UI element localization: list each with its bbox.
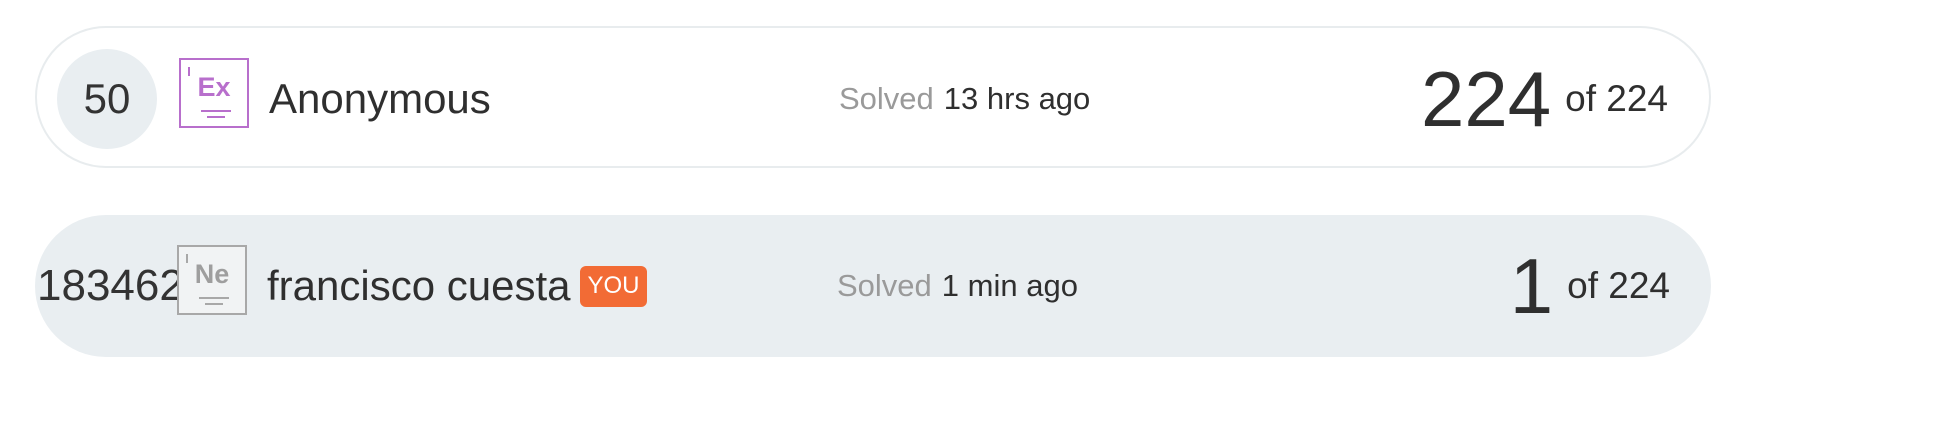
leaderboard-row-current-user[interactable]: 183462 Ne francisco cuesta YOU Solved 1 … <box>35 215 1711 357</box>
player-name[interactable]: francisco cuesta YOU <box>267 215 647 357</box>
score-total: of 224 <box>1565 78 1668 119</box>
score-value: 224 <box>1420 55 1552 143</box>
element-badge-icon: Ne <box>177 245 247 315</box>
badge-symbol: Ne <box>194 259 230 289</box>
player-name-text[interactable]: Anonymous <box>269 75 491 123</box>
score-value: 1 <box>1509 242 1554 330</box>
badge-line <box>201 110 231 112</box>
player-name-text[interactable]: francisco cuesta <box>267 262 570 310</box>
leaderboard-row[interactable]: 50 Ex Anonymous Solved 13 hrs ago 224 of… <box>35 26 1711 168</box>
badge-symbol: Ex <box>197 72 231 102</box>
solved-status: Solved 1 min ago <box>837 215 1078 357</box>
solved-label: Solved <box>837 268 932 303</box>
element-badge-icon: Ex <box>179 58 249 128</box>
score: 224 of 224 <box>1421 28 1668 170</box>
rank-number: 50 <box>83 75 131 122</box>
solved-label: Solved <box>839 81 934 116</box>
solved-time: 1 min ago <box>941 268 1078 303</box>
badge-line <box>205 303 223 305</box>
you-badge: YOU <box>580 265 647 307</box>
player-name[interactable]: Anonymous <box>269 28 491 170</box>
score-total: of 224 <box>1567 265 1670 306</box>
solved-status: Solved 13 hrs ago <box>839 28 1090 170</box>
rank-badge: 50 <box>57 49 157 149</box>
badge-line <box>207 116 225 118</box>
badge-line <box>199 297 229 299</box>
rank-number: 183462 <box>37 261 184 310</box>
solved-time: 13 hrs ago <box>943 81 1091 116</box>
score: 1 of 224 <box>1510 215 1670 357</box>
